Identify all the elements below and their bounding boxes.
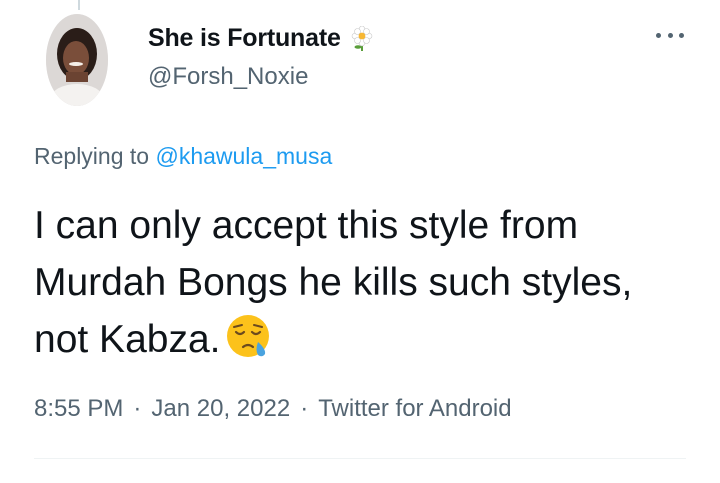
more-dot (667, 32, 673, 38)
author-handle[interactable]: @Forsh_Noxie (148, 63, 308, 91)
meta-separator: · (300, 395, 309, 422)
author-name-row[interactable]: She is Fortunate (148, 24, 375, 53)
replying-to-label: Replying to (34, 143, 150, 169)
sleepy-face-icon (224, 312, 272, 360)
author-display-name[interactable]: She is Fortunate (148, 24, 341, 53)
divider (34, 458, 686, 459)
meta-separator: · (133, 395, 142, 422)
replying-to: Replying to @khawula_musa (34, 143, 332, 170)
tweet-date[interactable]: Jan 20, 2022 (151, 395, 290, 423)
tweet-source[interactable]: Twitter for Android (318, 395, 511, 423)
tweet-text: I can only accept this style from Murdah… (34, 204, 633, 361)
tweet-metadata: 8:55 PM · Jan 20, 2022 · Twitter for And… (34, 395, 512, 423)
avatar[interactable] (46, 14, 108, 106)
tweet-body: I can only accept this style from Murdah… (34, 197, 694, 368)
more-dot (656, 32, 661, 38)
avatar-photo (46, 14, 108, 106)
reply-mention-link[interactable]: @khawula_musa (155, 143, 332, 169)
flower-icon (349, 25, 375, 52)
more-dot (679, 32, 684, 38)
tweet-time[interactable]: 8:55 PM (34, 395, 123, 423)
thread-connector-line (78, 0, 80, 10)
more-options-icon[interactable] (656, 30, 684, 40)
